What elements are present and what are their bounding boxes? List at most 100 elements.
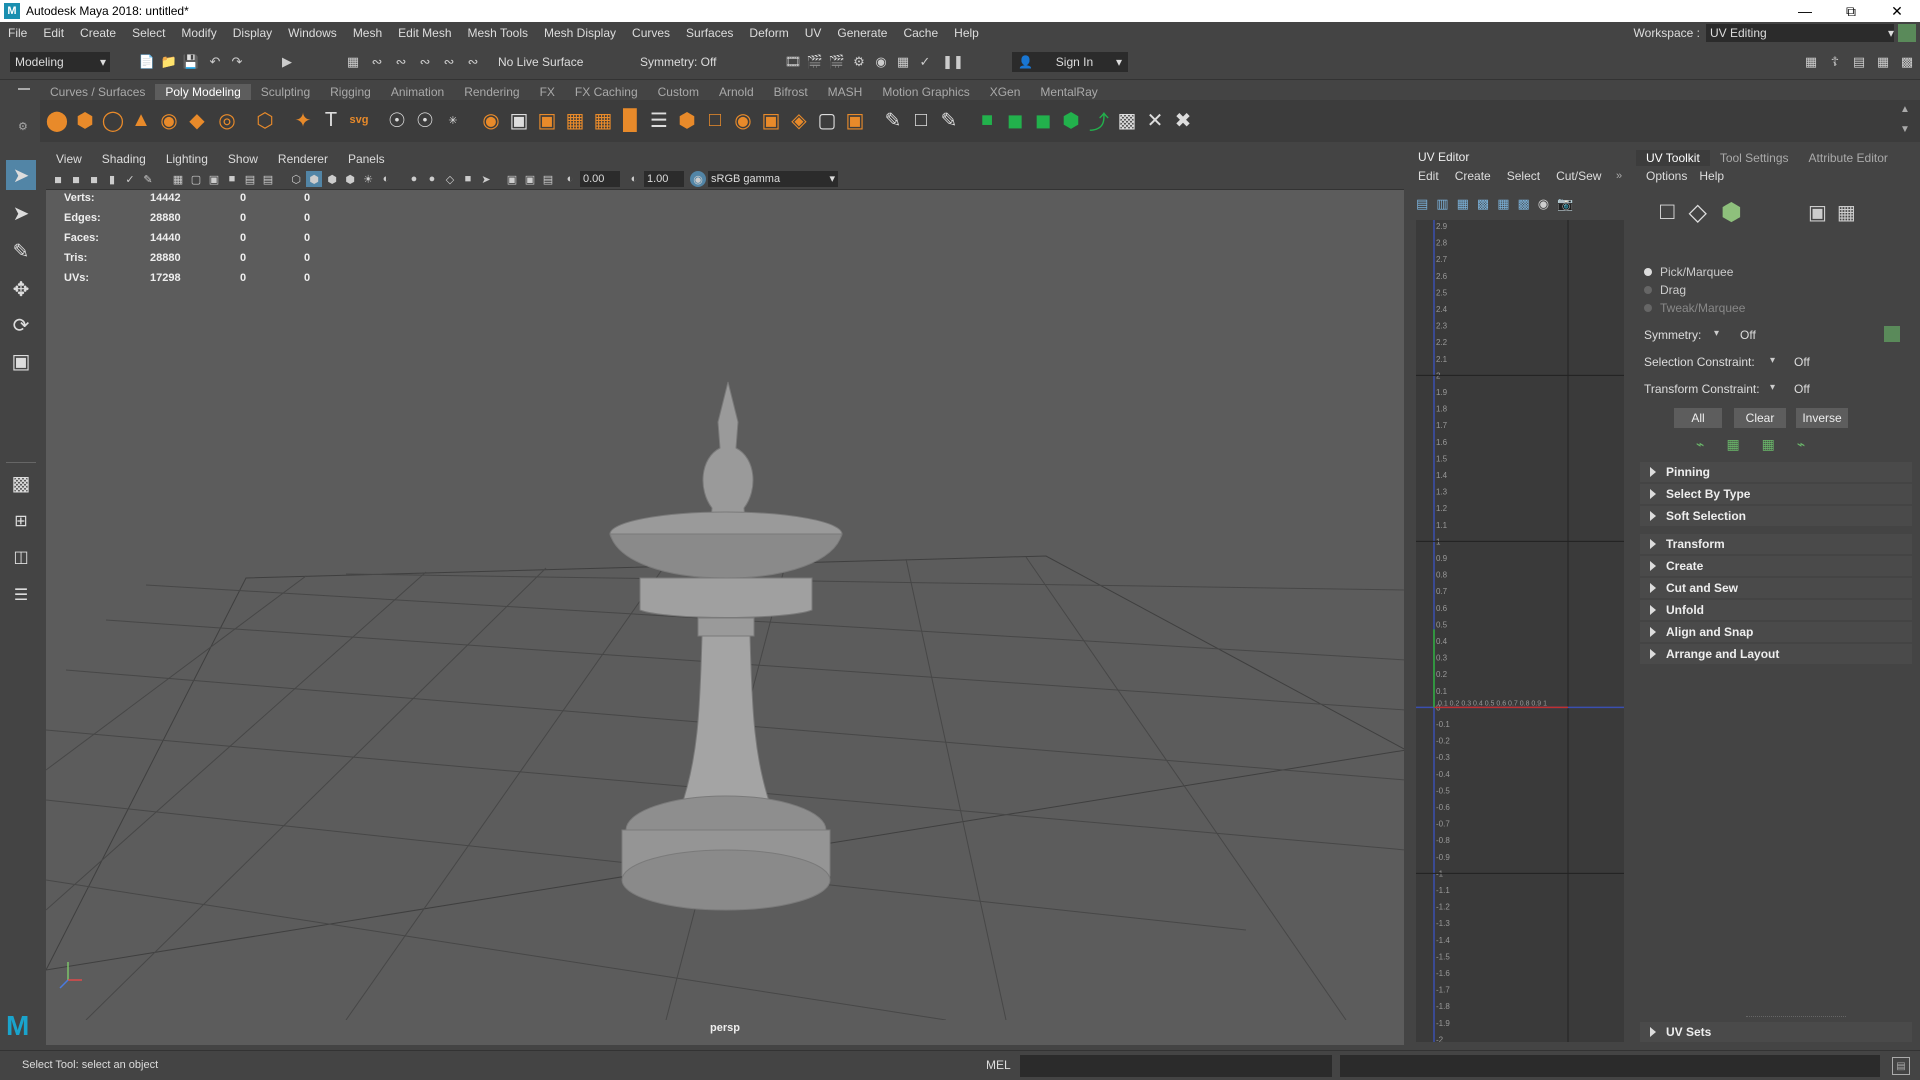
shelf-tab-fx[interactable]: FX (530, 84, 565, 100)
uv-menu-more-icon[interactable]: » (1616, 170, 1622, 182)
screen-space-ao-icon[interactable]: ● (406, 171, 422, 187)
uv-toolbar-texture-icon[interactable]: ▩ (1477, 196, 1489, 212)
shelf-tab-fx-caching[interactable]: FX Caching (565, 84, 648, 100)
scene-view[interactable] (46, 190, 1404, 1020)
move-tool-icon[interactable]: ✥ (6, 274, 36, 304)
resolution-gate-icon[interactable]: ▣ (206, 171, 222, 187)
sign-in-button[interactable]: 👤 Sign In ▾ (1012, 52, 1128, 72)
mode-drag[interactable]: Drag (1644, 282, 1686, 298)
rotate-tool-icon[interactable]: ⟳ (6, 310, 36, 340)
uv-menu-edit[interactable]: Edit (1410, 168, 1447, 184)
shelf-tab-mentalray[interactable]: MentalRay (1030, 84, 1107, 100)
grid-toggle-icon[interactable]: ▦ (170, 171, 186, 187)
camera-attributes-icon[interactable]: ◾ (68, 171, 84, 187)
wireframe-icon[interactable]: ⬡ (288, 171, 304, 187)
menu-uv[interactable]: UV (797, 26, 830, 40)
gamma-field[interactable]: 1.00 (644, 171, 684, 187)
triangulate-icon[interactable]: ▣ (842, 107, 868, 133)
shelf-tab-animation[interactable]: Animation (381, 84, 454, 100)
shelf-tab-custom[interactable]: Custom (648, 84, 709, 100)
render-view-icon[interactable]: 🎞 (784, 53, 802, 71)
quadrangulate-icon[interactable]: ▢ (814, 107, 840, 133)
target-weld-icon[interactable]: ✎ (936, 107, 962, 133)
four-view-layout-icon[interactable]: ⊞ (6, 506, 36, 536)
shelf-tab-bifrost[interactable]: Bifrost (764, 84, 818, 100)
viewport-menu-show[interactable]: Show (218, 152, 268, 166)
uv-toolbar-grid-icon[interactable]: ▦ (1497, 196, 1509, 212)
section-select-by-type[interactable]: Select By Type (1640, 484, 1912, 504)
script-language-toggle[interactable]: MEL (986, 1058, 1011, 1072)
paint-select-icon[interactable]: ✎ (6, 236, 36, 266)
lamp-model[interactable] (609, 381, 843, 911)
mode-tweak-marquee[interactable]: Tweak/Marquee (1644, 300, 1745, 316)
restore-icon[interactable]: ⧉ (1828, 0, 1874, 22)
extrude-icon[interactable]: ▉ (618, 107, 644, 133)
shadows-icon[interactable]: ◐ (378, 171, 394, 187)
menu-display[interactable]: Display (225, 26, 280, 40)
two-d-pan-zoom-icon[interactable]: ✓ (122, 171, 138, 187)
select-tool-icon[interactable]: ➤ (6, 160, 36, 190)
exposure-icon[interactable]: ◐ (562, 171, 578, 187)
ipr-render-icon[interactable]: 🎬 (828, 53, 846, 71)
shelf-tab-rendering[interactable]: Rendering (454, 84, 529, 100)
select-shell-icon[interactable]: ⌁ (1797, 436, 1805, 453)
uv-checker-icon[interactable]: ▩ (1114, 107, 1140, 133)
poly-cone-icon[interactable]: ▲ (128, 107, 154, 133)
center-pivot-icon[interactable]: ✳ (440, 107, 466, 133)
viewport-menu-renderer[interactable]: Renderer (268, 152, 338, 166)
live-surface-field[interactable]: No Live Surface (492, 52, 612, 72)
undo-icon[interactable]: ↶ (206, 53, 224, 71)
film-gate-icon[interactable]: ▢ (188, 171, 204, 187)
poly-sphere-icon[interactable]: ⬤ (44, 107, 70, 133)
poly-disc-icon[interactable]: ◎ (214, 107, 240, 133)
shelf-menu-icon[interactable] (18, 88, 30, 90)
shelf-tab-mash[interactable]: MASH (818, 84, 873, 100)
select-all-button[interactable]: All (1674, 408, 1722, 428)
menu-mesh-display[interactable]: Mesh Display (536, 26, 624, 40)
poly-cylinder-icon[interactable]: ◯ (100, 107, 126, 133)
section-align-and-snap[interactable]: Align and Snap (1640, 622, 1912, 642)
color-management-icon[interactable]: ◉ (690, 171, 706, 187)
uv-mode-icon[interactable]: ◇ (1689, 198, 1707, 227)
poly-torus-icon[interactable]: ◉ (156, 107, 182, 133)
menu-mesh[interactable]: Mesh (345, 26, 390, 40)
viewport-menu-view[interactable]: View (46, 152, 92, 166)
uv-grid[interactable]: 2.92.82.72.62.52.42.32.22.121.91.81.71.6… (1416, 220, 1624, 1042)
gate-mask-icon[interactable]: ■ (224, 171, 240, 187)
lasso-tool-icon[interactable]: ➤ (6, 198, 36, 228)
fill-hole-icon[interactable]: □ (702, 107, 728, 133)
svg-icon[interactable]: svg (346, 107, 372, 133)
poly-cube-icon[interactable]: ⬢ (72, 107, 98, 133)
chevron-down-icon[interactable]: ▾ (1770, 355, 1775, 366)
viewport-menu-panels[interactable]: Panels (338, 152, 395, 166)
chevron-down-icon[interactable]: ▾ (1770, 382, 1775, 393)
motion-blur-icon[interactable]: ● (424, 171, 440, 187)
multi-cut-icon[interactable]: ✎ (880, 107, 906, 133)
selection-constraint-value[interactable]: Off (1794, 355, 1810, 369)
textured-icon[interactable]: ⬢ (342, 171, 358, 187)
menu-cache[interactable]: Cache (895, 26, 946, 40)
face-mode-icon[interactable]: ⬢ (1721, 198, 1742, 227)
platonic-solid-icon[interactable]: ⬡ (252, 107, 278, 133)
uv-toolbar-distortion-icon[interactable]: ▦ (1457, 196, 1469, 212)
uv-spherical-icon[interactable]: ◼ (1030, 107, 1056, 133)
panel-resize-handle[interactable] (1746, 1016, 1846, 1018)
menu-mesh-tools[interactable]: Mesh Tools (460, 26, 536, 40)
uv-layout-icon[interactable]: ✖ (1170, 107, 1196, 133)
grow-selection-icon[interactable]: ⌁ (1696, 436, 1704, 453)
render-settings-icon[interactable]: ⚙ (850, 53, 868, 71)
wireframe-on-shaded-icon[interactable]: ⬢ (324, 171, 340, 187)
tab-tool-settings[interactable]: Tool Settings (1710, 150, 1799, 166)
xray-icon[interactable]: ▣ (504, 171, 520, 187)
menu-create[interactable]: Create (72, 26, 124, 40)
symmetry-field[interactable]: Symmetry: Off (634, 52, 744, 72)
attribute-editor-icon[interactable]: ▤ (1850, 53, 1868, 71)
gamma-icon[interactable]: ◐ (626, 171, 642, 187)
viewport-menu-shading[interactable]: Shading (92, 152, 156, 166)
shelf-scroll-down-icon[interactable]: ▼ (1900, 124, 1910, 135)
insert-edge-loop-icon[interactable]: □ (908, 107, 934, 133)
menu-windows[interactable]: Windows (280, 26, 345, 40)
xray-joints-icon[interactable]: ▣ (522, 171, 538, 187)
invert-selection-button[interactable]: Inverse (1796, 408, 1848, 428)
boolean-difference-icon[interactable]: ▣ (758, 107, 784, 133)
